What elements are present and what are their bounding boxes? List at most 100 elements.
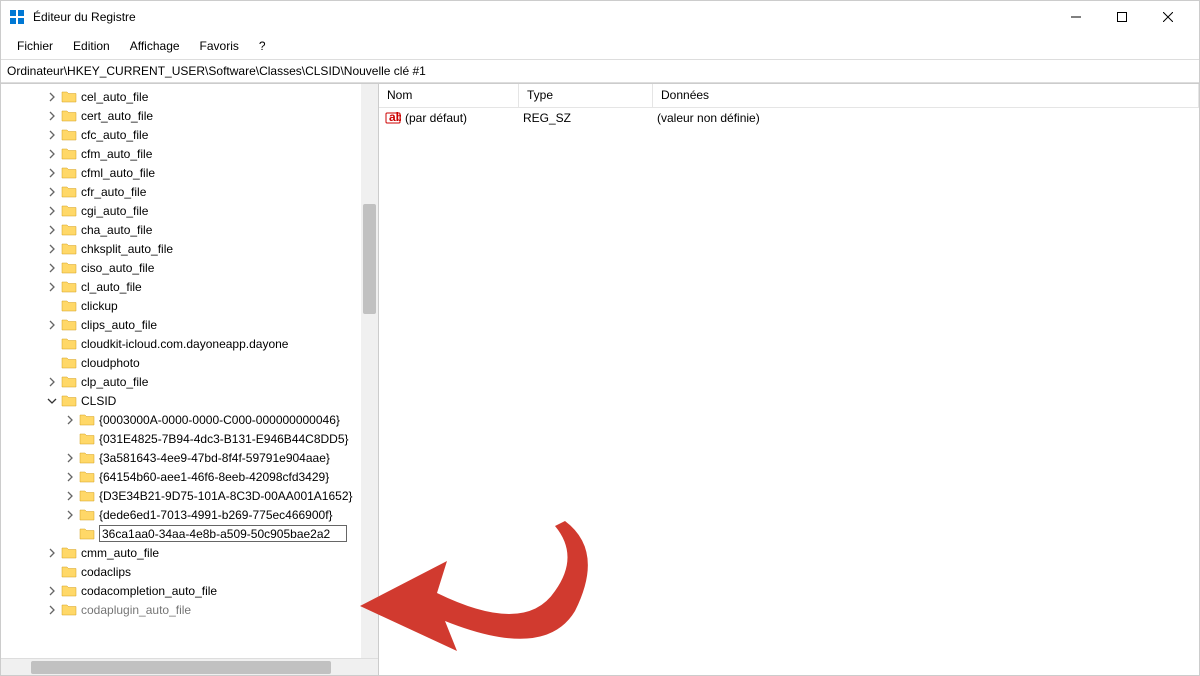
expand-icon (45, 299, 59, 313)
expand-icon[interactable] (45, 204, 59, 218)
tree-pane[interactable]: cel_auto_file cert_auto_filecfc_auto_file… (1, 84, 379, 675)
folder-icon (61, 242, 77, 256)
maximize-button[interactable] (1099, 1, 1145, 33)
expand-icon (45, 356, 59, 370)
column-data[interactable]: Données (653, 84, 1199, 107)
expand-icon[interactable] (63, 489, 77, 503)
tree-item[interactable]: cfm_auto_file (1, 144, 378, 163)
expand-icon[interactable] (45, 242, 59, 256)
expand-icon[interactable] (45, 223, 59, 237)
folder-icon (79, 432, 95, 446)
horizontal-scrollbar[interactable] (1, 658, 378, 675)
list-row[interactable]: ab (par défaut) REG_SZ (valeur non défin… (379, 108, 1199, 128)
expand-icon[interactable] (45, 261, 59, 275)
tree-item[interactable] (1, 524, 378, 543)
tree-item-label: cel_auto_file (81, 90, 148, 104)
tree-item[interactable]: {031E4825-7B94-4dc3-B131-E946B44C8DD5} (1, 429, 378, 448)
expand-icon[interactable] (45, 109, 59, 123)
tree-item-label: cloudkit-icloud.com.dayoneapp.dayone (81, 337, 288, 351)
tree-item[interactable]: cmm_auto_file (1, 543, 378, 562)
expand-icon[interactable] (45, 603, 59, 617)
tree-item[interactable]: codaplugin_auto_file (1, 600, 378, 619)
window-title: Éditeur du Registre (33, 10, 1053, 24)
expand-icon[interactable] (45, 318, 59, 332)
folder-icon (61, 280, 77, 294)
expand-icon[interactable] (45, 546, 59, 560)
minimize-button[interactable] (1053, 1, 1099, 33)
tree-item[interactable]: ciso_auto_file (1, 258, 378, 277)
tree-item[interactable]: clp_auto_file (1, 372, 378, 391)
column-type[interactable]: Type (519, 84, 653, 107)
folder-icon (61, 584, 77, 598)
tree-item[interactable]: {dede6ed1-7013-4991-b269-775ec466900f} (1, 505, 378, 524)
list-header: Nom Type Données (379, 84, 1199, 108)
tree-item[interactable]: {64154b60-aee1-46f6-8eeb-42098cfd3429} (1, 467, 378, 486)
tree-item[interactable]: cfr_auto_file (1, 182, 378, 201)
menu-edit[interactable]: Edition (65, 36, 118, 56)
tree-item[interactable]: cloudkit-icloud.com.dayoneapp.dayone (1, 334, 378, 353)
tree-item[interactable]: cl_auto_file (1, 277, 378, 296)
menu-file[interactable]: Fichier (9, 36, 61, 56)
svg-text:ab: ab (389, 110, 401, 124)
close-button[interactable] (1145, 1, 1191, 33)
vertical-scrollbar[interactable] (361, 84, 378, 658)
expand-icon[interactable] (63, 470, 77, 484)
tree-item[interactable]: cel_auto_file (1, 87, 378, 106)
tree-item-label: {D3E34B21-9D75-101A-8C3D-00AA001A1652} (99, 489, 353, 503)
vscroll-thumb[interactable] (363, 204, 376, 314)
folder-icon (61, 166, 77, 180)
tree-item[interactable]: codaclips (1, 562, 378, 581)
menu-favorites[interactable]: Favoris (192, 36, 247, 56)
tree-item-rename-input[interactable] (99, 525, 347, 542)
string-value-icon: ab (385, 110, 401, 126)
folder-icon (61, 299, 77, 313)
tree-item[interactable]: cloudphoto (1, 353, 378, 372)
menubar: Fichier Edition Affichage Favoris ? (1, 33, 1199, 59)
folder-icon (61, 223, 77, 237)
tree-item-label: codaplugin_auto_file (81, 603, 191, 617)
folder-icon (61, 261, 77, 275)
expand-icon[interactable] (45, 128, 59, 142)
folder-icon (61, 375, 77, 389)
expand-icon[interactable] (45, 584, 59, 598)
tree-item[interactable]: cfml_auto_file (1, 163, 378, 182)
tree-item[interactable]: cha_auto_file (1, 220, 378, 239)
tree-item[interactable]: CLSID (1, 391, 378, 410)
expand-icon[interactable] (45, 280, 59, 294)
folder-icon (79, 489, 95, 503)
list-pane[interactable]: Nom Type Données ab (par défaut) REG_SZ … (379, 84, 1199, 675)
menu-help[interactable]: ? (251, 36, 274, 56)
tree-item[interactable]: {3a581643-4ee9-47bd-8f4f-59791e904aae} (1, 448, 378, 467)
tree-item[interactable]: clickup (1, 296, 378, 315)
titlebar: Éditeur du Registre (1, 1, 1199, 33)
expand-icon[interactable] (45, 166, 59, 180)
expand-icon[interactable] (45, 90, 59, 104)
expand-icon[interactable] (63, 508, 77, 522)
tree-item[interactable]: chksplit_auto_file (1, 239, 378, 258)
menu-view[interactable]: Affichage (122, 36, 188, 56)
tree-item[interactable]: clips_auto_file (1, 315, 378, 334)
tree-item-label: cha_auto_file (81, 223, 152, 237)
value-name: (par défaut) (405, 111, 523, 125)
expand-icon (63, 527, 77, 541)
expand-icon[interactable] (63, 413, 77, 427)
tree-item[interactable]: codacompletion_auto_file (1, 581, 378, 600)
folder-icon (61, 128, 77, 142)
expand-icon[interactable] (45, 375, 59, 389)
expand-icon[interactable] (45, 185, 59, 199)
value-type: REG_SZ (523, 111, 657, 125)
collapse-icon[interactable] (45, 394, 59, 408)
tree-item[interactable]: cert_auto_file (1, 106, 378, 125)
folder-icon (61, 603, 77, 617)
tree-item[interactable]: cgi_auto_file (1, 201, 378, 220)
expand-icon[interactable] (45, 147, 59, 161)
tree-item[interactable]: {0003000A-0000-0000-C000-000000000046} (1, 410, 378, 429)
addressbar[interactable]: Ordinateur\HKEY_CURRENT_USER\Software\Cl… (1, 59, 1199, 83)
tree-item[interactable]: {D3E34B21-9D75-101A-8C3D-00AA001A1652} (1, 486, 378, 505)
hscroll-thumb[interactable] (31, 661, 331, 674)
tree-item[interactable]: cfc_auto_file (1, 125, 378, 144)
folder-icon (79, 508, 95, 522)
expand-icon[interactable] (63, 451, 77, 465)
tree-item-label: clp_auto_file (81, 375, 148, 389)
column-name[interactable]: Nom (379, 84, 519, 107)
